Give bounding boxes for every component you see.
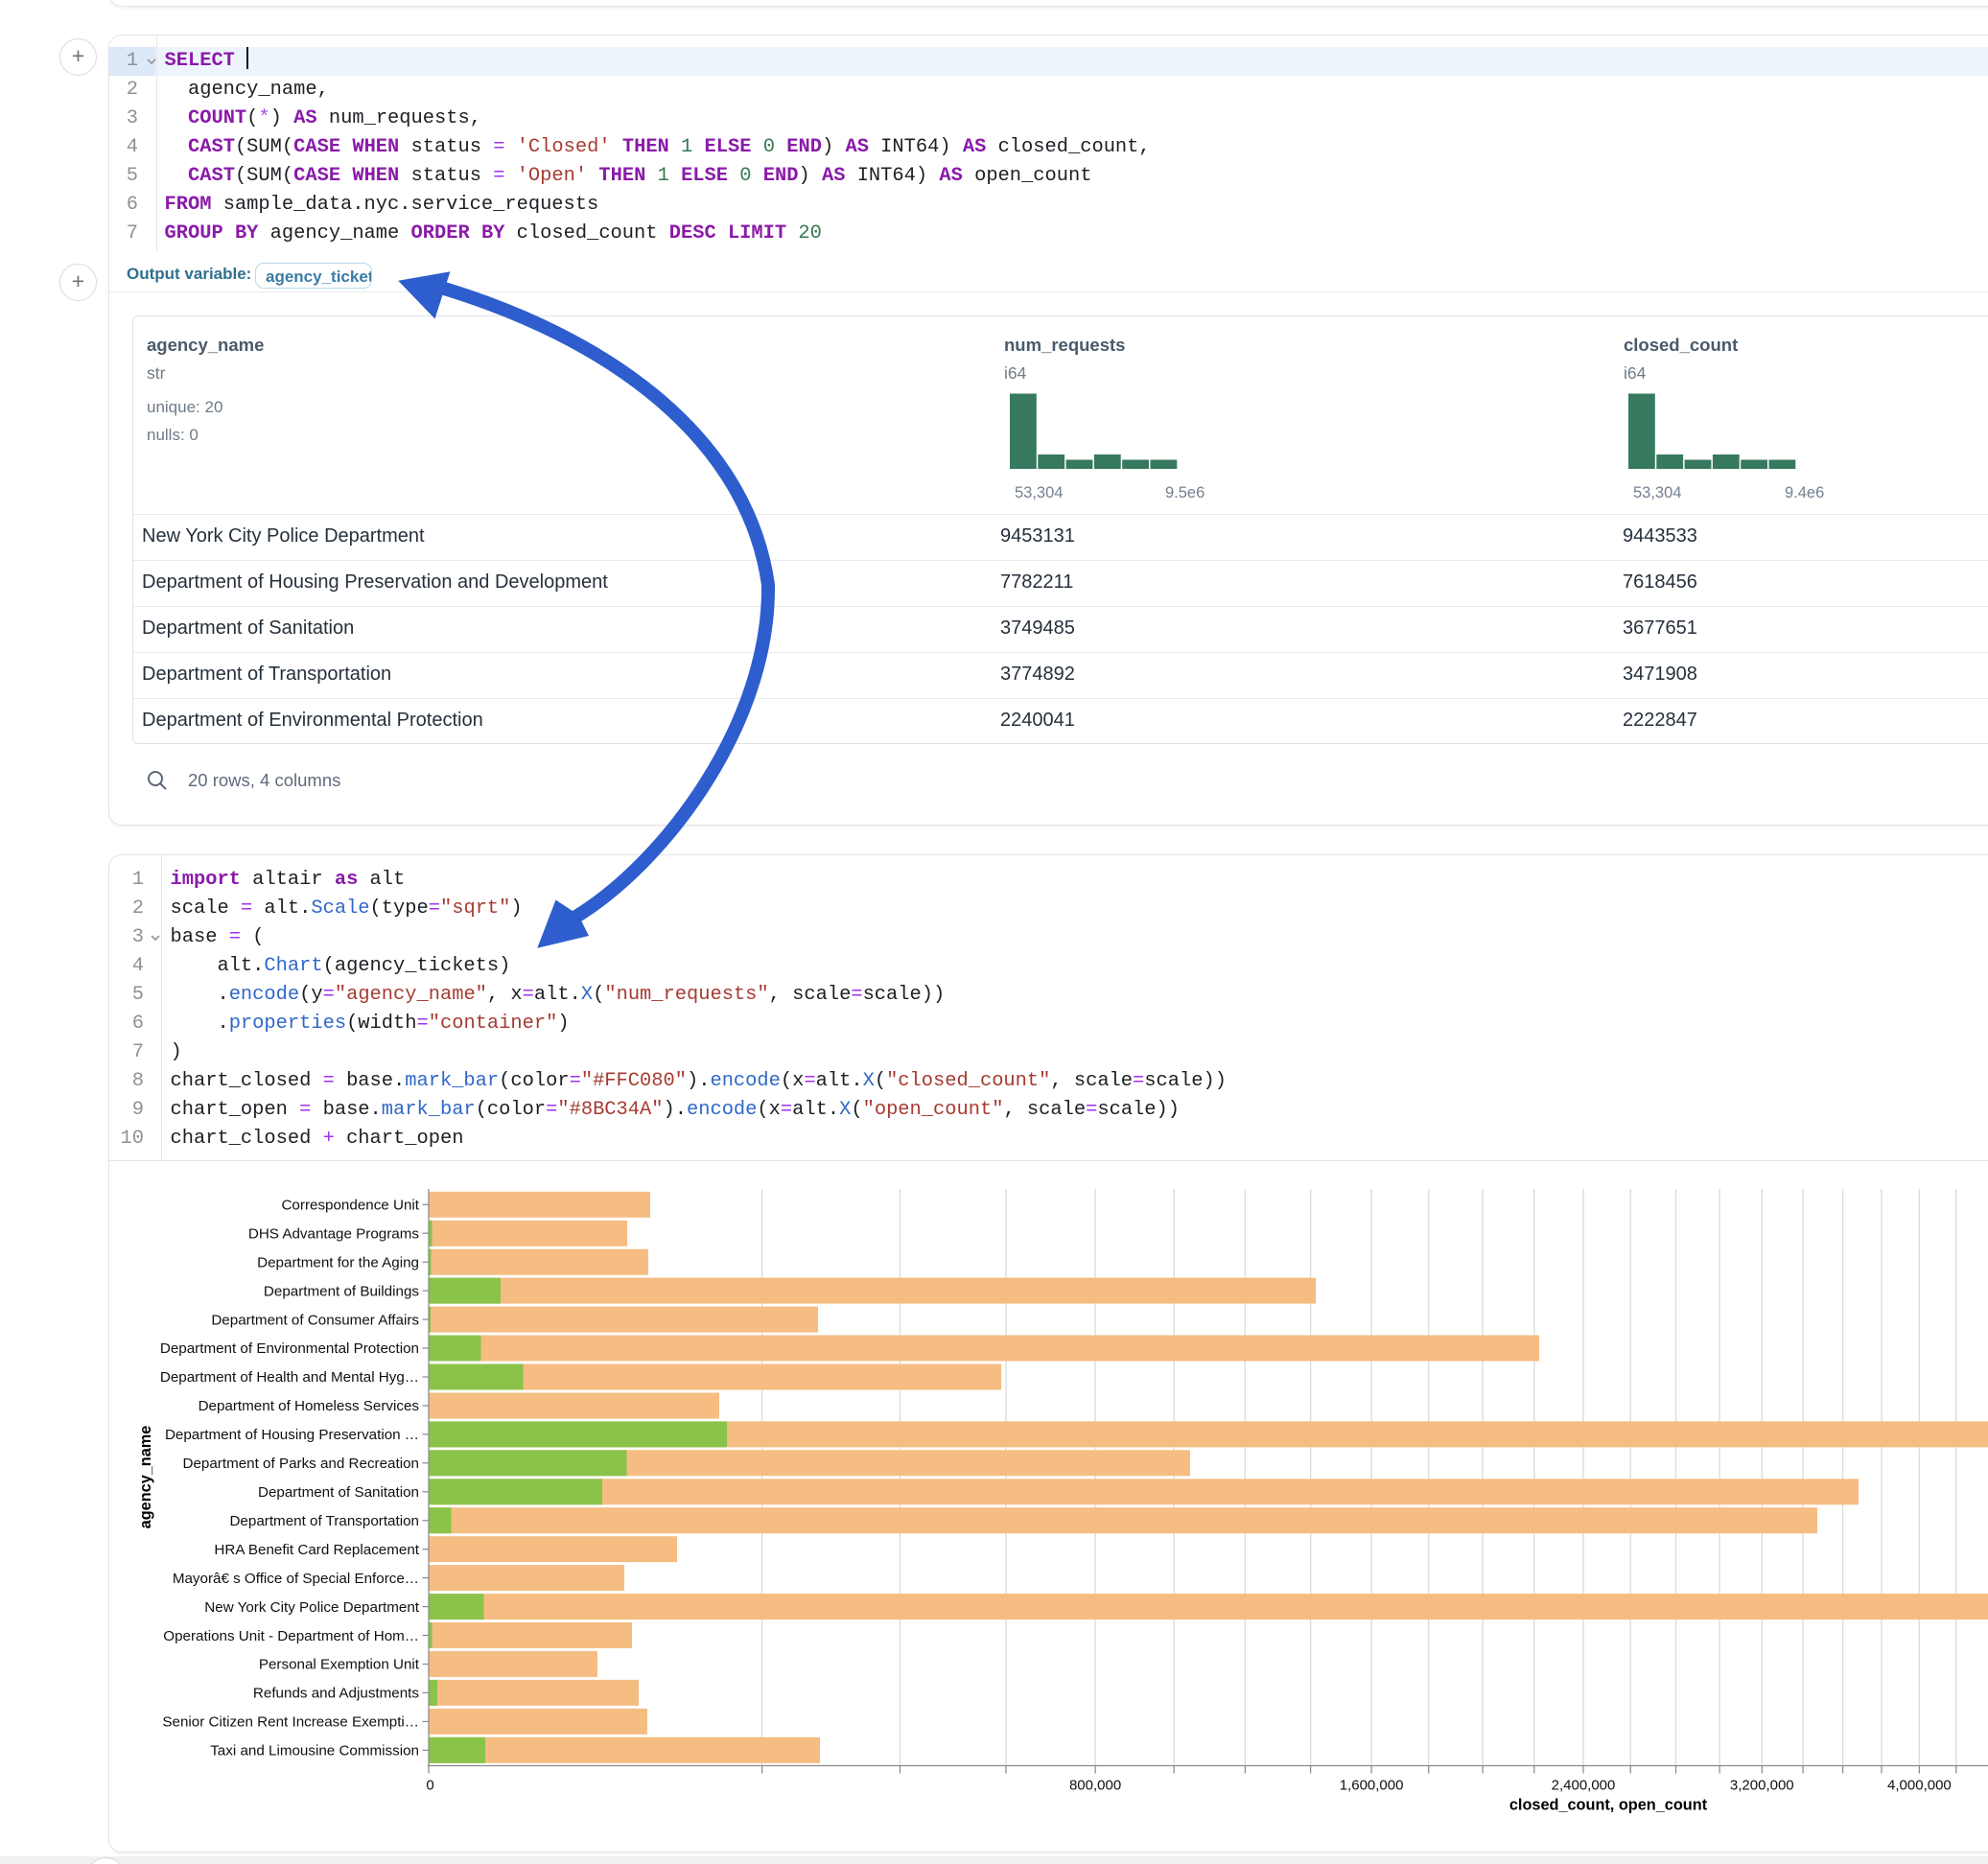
svg-text:Personal Exemption Unit: Personal Exemption Unit: [259, 1657, 420, 1673]
svg-text:4,000,000: 4,000,000: [1887, 1778, 1952, 1794]
svg-text:agency_name: agency_name: [137, 1426, 154, 1529]
svg-text:Senior Citizen Rent Increase E: Senior Citizen Rent Increase Exempti…: [162, 1714, 419, 1731]
svg-text:Department of Parks and Recrea: Department of Parks and Recreation: [182, 1456, 419, 1472]
svg-text:3,200,000: 3,200,000: [1730, 1778, 1794, 1794]
svg-text:Department of Homeless Service: Department of Homeless Services: [199, 1398, 420, 1414]
svg-text:Operations Unit - Department o: Operations Unit - Department of Hom…: [163, 1628, 419, 1644]
svg-text:Department of Buildings: Department of Buildings: [264, 1283, 419, 1299]
svg-text:closed_count, open_count: closed_count, open_count: [1509, 1797, 1708, 1814]
svg-text:0: 0: [426, 1778, 433, 1794]
svg-text:Department of Housing Preserva: Department of Housing Preservation …: [165, 1427, 419, 1443]
svg-text:2,400,000: 2,400,000: [1552, 1778, 1616, 1794]
svg-text:Department of Consumer Affairs: Department of Consumer Affairs: [211, 1312, 419, 1328]
svg-text:Mayorâ€ s Office of Special En: Mayorâ€ s Office of Special Enforce…: [173, 1571, 419, 1587]
svg-text:Department of Sanitation: Department of Sanitation: [258, 1484, 419, 1501]
svg-text:Department of Environmental Pr: Department of Environmental Protection: [160, 1340, 419, 1357]
svg-text:1,600,000: 1,600,000: [1340, 1778, 1404, 1794]
svg-text:800,000: 800,000: [1069, 1778, 1121, 1794]
svg-text:Department of Health and Menta: Department of Health and Mental Hyg…: [160, 1369, 419, 1386]
svg-text:DHS Advantage Programs: DHS Advantage Programs: [248, 1226, 420, 1243]
svg-text:New York City Police Departmen: New York City Police Department: [204, 1599, 419, 1616]
svg-text:Correspondence Unit: Correspondence Unit: [281, 1198, 419, 1214]
svg-text:Taxi and Limousine Commission: Taxi and Limousine Commission: [210, 1743, 419, 1759]
svg-text:HRA Benefit Card Replacement: HRA Benefit Card Replacement: [214, 1542, 419, 1558]
svg-text:Department of Transportation: Department of Transportation: [229, 1513, 419, 1529]
svg-text:Department for the Aging: Department for the Aging: [257, 1254, 419, 1270]
svg-text:Refunds and Adjustments: Refunds and Adjustments: [253, 1686, 419, 1702]
